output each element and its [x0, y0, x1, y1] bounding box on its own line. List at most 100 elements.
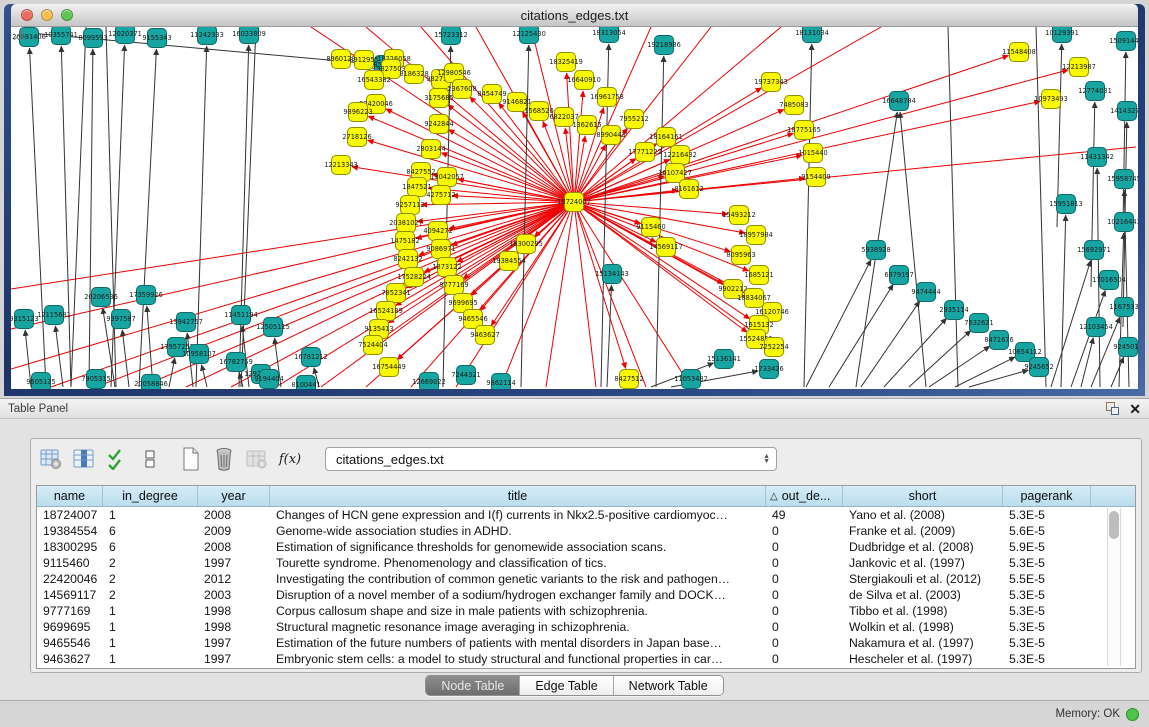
graph-node-label: 1873122 — [432, 263, 461, 271]
tab-network-table[interactable]: Network Table — [614, 676, 723, 695]
graph-node-label: 7852341 — [381, 289, 410, 297]
deselect-all-icon[interactable] — [138, 447, 162, 471]
network-canvas-svg: 2069140610355741809959312020371915534311… — [11, 27, 1138, 389]
graph-edge — [861, 301, 920, 387]
graph-node-label: 8161612 — [674, 185, 703, 193]
column-header-title[interactable]: title — [270, 486, 766, 506]
graph-node-label: 12125430 — [512, 30, 546, 38]
column-header-short[interactable]: short — [843, 486, 1003, 506]
table-cell: 5.3E-5 — [1003, 652, 1091, 666]
table-row[interactable]: 977716911998Corpus callosum shape and si… — [37, 603, 1135, 619]
graph-edge — [607, 285, 612, 387]
new-column-icon[interactable] — [179, 447, 203, 471]
table-cell: 2009 — [198, 524, 270, 538]
graph-node-label: 1475182 — [390, 237, 419, 245]
graph-node-label: 5938928 — [861, 246, 890, 254]
minimize-icon[interactable] — [41, 9, 53, 21]
table-cell: 1 — [103, 620, 198, 634]
graph-node-label: 8912955 — [349, 56, 378, 64]
delete-column-icon[interactable] — [212, 447, 236, 471]
graph-node-label: 9086971 — [426, 245, 455, 253]
graph-node-label: 9135413 — [364, 325, 393, 333]
table-selector-value: citations_edges.txt — [336, 452, 763, 467]
table-cell: 6 — [103, 524, 198, 538]
graph-node-label: 12216432 — [663, 151, 697, 159]
graph-node-label: 16781212 — [294, 353, 328, 361]
table-row[interactable]: 911546021997Tourette syndrome. Phenomeno… — [37, 555, 1135, 571]
table-row[interactable]: 969969511998Structural magnetic resonanc… — [37, 619, 1135, 635]
graph-node-label: 16543382 — [357, 76, 391, 84]
network-canvas[interactable]: 2069140610355741809959312020371915534311… — [11, 27, 1138, 389]
float-panel-icon[interactable] — [1106, 402, 1119, 415]
select-all-icon[interactable] — [105, 447, 129, 471]
graph-edge — [806, 260, 871, 387]
graph-node-label: 8099593 — [78, 34, 107, 42]
graph-node-label: 15958745 — [1107, 175, 1138, 183]
zoom-icon[interactable] — [61, 9, 73, 21]
graph-edge — [1081, 338, 1093, 387]
graph-edge — [567, 73, 574, 202]
graph-edge — [884, 318, 947, 387]
table-row[interactable]: 946554611997Estimation of the future num… — [37, 635, 1135, 651]
graph-node-label: 15692971 — [1077, 246, 1111, 254]
graph-node-label: 11242333 — [190, 31, 224, 39]
tab-edge-table[interactable]: Edge Table — [520, 676, 613, 695]
table-row[interactable]: 2242004622012Investigating the contribut… — [37, 571, 1135, 587]
table-row[interactable]: 1872400712008Changes of HCN gene express… — [37, 507, 1135, 523]
table-panel-titlebar[interactable]: Table Panel ✕ — [0, 399, 1149, 419]
close-icon[interactable] — [21, 9, 33, 21]
close-panel-icon[interactable]: ✕ — [1129, 402, 1141, 416]
function-builder-icon[interactable]: f(x) — [278, 447, 302, 471]
graph-node-label: 18834067 — [737, 294, 771, 302]
table-row[interactable]: 1938455462009Genome-wide association stu… — [37, 523, 1135, 539]
table-row[interactable]: 1830029562008Estimation of significance … — [37, 539, 1135, 555]
column-header-label: pagerank — [1020, 489, 1072, 503]
table-cell: Corpus callosum shape and size in male p… — [270, 604, 766, 618]
table-cell: 18724007 — [37, 508, 103, 522]
graph-node-label: 3175685 — [424, 94, 453, 102]
graph-node-label: 7244321 — [451, 371, 480, 379]
graph-node-label: 8095963 — [726, 251, 755, 259]
graph-node-label: 7524404 — [358, 341, 387, 349]
graph-node-label: 14569117 — [649, 243, 683, 251]
table-content-box: f(x) citations_edges.txt ▲▼ namein_degre… — [30, 438, 1142, 673]
table-cell: 5.5E-5 — [1003, 572, 1091, 586]
table-cell: Wolkin et al. (1998) — [843, 620, 1003, 634]
graph-node-label: 9474444 — [911, 288, 940, 296]
table-row[interactable]: 946362711997Embryonic stem cells: a mode… — [37, 651, 1135, 667]
show-hide-columns-icon[interactable] — [72, 447, 96, 471]
network-window-title: citations_edges.txt — [521, 8, 629, 23]
column-header-name[interactable]: name — [37, 486, 103, 506]
graph-node-label: 9505135 — [26, 378, 55, 386]
column-header-year[interactable]: year — [198, 486, 270, 506]
graph-node-label: 2803144 — [416, 145, 445, 153]
graph-node-label: 9115460 — [636, 223, 665, 231]
network-window-titlebar[interactable]: citations_edges.txt — [11, 4, 1138, 27]
status-bar: Memory: OK — [0, 700, 1149, 727]
table-row[interactable]: 1456911722003Disruption of a novel membe… — [37, 587, 1135, 603]
graph-node-label: 9777169 — [439, 281, 468, 289]
scrollbar-thumb[interactable] — [1109, 511, 1119, 539]
resize-grip-icon[interactable] — [11, 27, 25, 41]
vertical-scrollbar[interactable] — [1107, 508, 1121, 666]
window-controls — [21, 9, 73, 21]
graph-node-label: 16120746 — [755, 308, 789, 316]
memory-status-indicator[interactable] — [1126, 708, 1139, 721]
tab-node-table[interactable]: Node Table — [426, 676, 520, 695]
column-header-out_de[interactable]: △out_de... — [766, 486, 843, 506]
graph-edge — [368, 116, 574, 202]
column-header-in_degree[interactable]: in_degree — [103, 486, 198, 506]
graph-node-label: 12213987 — [1062, 63, 1096, 71]
graph-edge — [55, 326, 63, 387]
graph-node-label: 16033809 — [232, 30, 266, 38]
graph-node-label: 20206536 — [84, 293, 118, 301]
graph-node-label: 18957984 — [739, 231, 773, 239]
table-cell: Dudbridge et al. (2008) — [843, 540, 1003, 554]
table-settings-icon[interactable] — [39, 447, 63, 471]
table-cell: Tibbo et al. (1998) — [843, 604, 1003, 618]
column-header-pagerank[interactable]: pagerank — [1003, 486, 1091, 506]
table-cell: 1998 — [198, 620, 270, 634]
graph-edge — [574, 202, 691, 387]
graph-node-label: 12103454 — [1079, 323, 1113, 331]
table-selector[interactable]: citations_edges.txt ▲▼ — [325, 447, 777, 471]
